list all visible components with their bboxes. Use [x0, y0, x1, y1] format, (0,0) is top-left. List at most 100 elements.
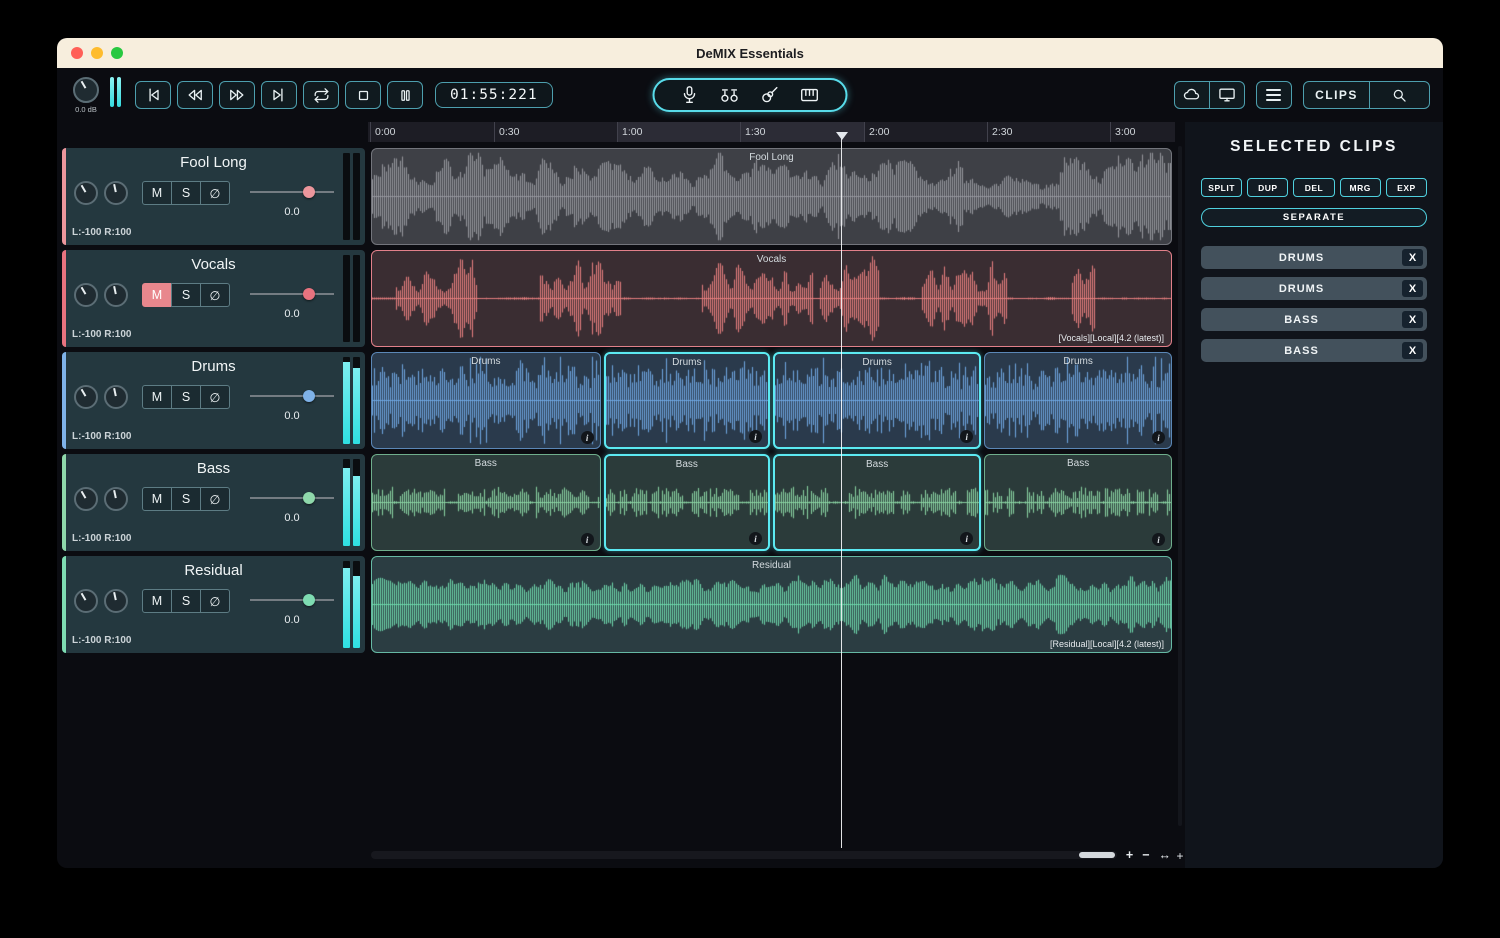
pause-button[interactable]: [387, 81, 423, 109]
gain-knob[interactable]: [74, 283, 98, 307]
remove-clip-button[interactable]: X: [1402, 342, 1423, 359]
pan-knob[interactable]: [104, 589, 128, 613]
solo-button[interactable]: S: [171, 181, 201, 205]
timeline-ruler[interactable]: 0:00 0:30 1:00 1:30 2:00 2:30 3:00: [368, 122, 1175, 142]
solo-button[interactable]: S: [171, 487, 201, 511]
slider-thumb[interactable]: [303, 288, 315, 300]
remove-clip-button[interactable]: X: [1402, 311, 1423, 328]
zoom-out-button[interactable]: −: [1142, 849, 1149, 862]
slider-thumb[interactable]: [303, 492, 315, 504]
track-list: Fool Long M S ∅ 0.0: [57, 142, 1175, 868]
volume-slider[interactable]: [250, 389, 334, 403]
gain-knob[interactable]: [74, 385, 98, 409]
zoom-in-button[interactable]: +: [1126, 849, 1133, 862]
microphone-icon[interactable]: [679, 84, 701, 106]
solo-button[interactable]: S: [171, 589, 201, 613]
waveform-canvas: [372, 455, 600, 550]
selected-clip-row[interactable]: DRUMS X: [1201, 277, 1427, 300]
slider-thumb[interactable]: [303, 594, 315, 606]
phase-button[interactable]: ∅: [200, 385, 230, 409]
clip-info-icon[interactable]: i: [1152, 533, 1165, 546]
pan-range-label: L:-100 R:100: [72, 635, 131, 646]
audio-clip[interactable]: Bass i: [371, 454, 601, 551]
pan-knob[interactable]: [104, 181, 128, 205]
vertical-zoom-button[interactable]: +: [1175, 849, 1185, 863]
duplicate-button[interactable]: DUP: [1247, 178, 1288, 197]
clip-info-icon[interactable]: i: [581, 533, 594, 546]
piano-icon[interactable]: [798, 84, 822, 106]
export-button[interactable]: EXP: [1386, 178, 1427, 197]
mute-button[interactable]: M: [142, 283, 172, 307]
audio-clip[interactable]: Fool Long: [371, 148, 1172, 245]
slider-thumb[interactable]: [303, 390, 315, 402]
clip-info-icon[interactable]: i: [749, 430, 762, 443]
mute-button[interactable]: M: [142, 589, 172, 613]
solo-button[interactable]: S: [171, 385, 201, 409]
volume-slider[interactable]: [250, 491, 334, 505]
skip-end-button[interactable]: [261, 81, 297, 109]
audio-clip[interactable]: Bass i: [984, 454, 1172, 551]
vertical-scrollbar[interactable]: +: [1175, 122, 1185, 868]
fast-forward-button[interactable]: [219, 81, 255, 109]
guitar-icon[interactable]: [759, 84, 781, 106]
volume-slider[interactable]: [250, 287, 334, 301]
audio-clip[interactable]: Bass i: [604, 454, 770, 551]
audio-clip[interactable]: Vocals [Vocals][Local][4.2 (latest)]: [371, 250, 1172, 347]
mute-button[interactable]: M: [142, 385, 172, 409]
separate-button[interactable]: SEPARATE: [1201, 208, 1427, 227]
phase-button[interactable]: ∅: [200, 589, 230, 613]
loop-button[interactable]: [303, 81, 339, 109]
remove-clip-button[interactable]: X: [1402, 280, 1423, 297]
solo-button[interactable]: S: [171, 283, 201, 307]
volume-slider[interactable]: [250, 185, 334, 199]
gain-knob[interactable]: [74, 181, 98, 205]
split-button[interactable]: SPLIT: [1201, 178, 1242, 197]
drums-icon[interactable]: [718, 84, 742, 106]
gain-knob[interactable]: [74, 487, 98, 511]
clip-label: Bass: [775, 459, 979, 470]
audio-clip[interactable]: Drums i: [984, 352, 1172, 449]
clip-info-icon[interactable]: i: [581, 431, 594, 444]
stop-button[interactable]: [345, 81, 381, 109]
volume-slider[interactable]: [250, 593, 334, 607]
remove-clip-button[interactable]: X: [1402, 249, 1423, 266]
clips-button[interactable]: CLIPS: [1303, 81, 1371, 109]
clip-info-icon[interactable]: i: [1152, 431, 1165, 444]
audio-clip[interactable]: Bass i: [773, 454, 981, 551]
mute-button[interactable]: M: [142, 181, 172, 205]
slider-value: 0.0: [250, 512, 334, 524]
rewind-button[interactable]: [177, 81, 213, 109]
scrollbar-track[interactable]: [371, 851, 1117, 859]
display-button[interactable]: [1209, 81, 1245, 109]
mute-button[interactable]: M: [142, 487, 172, 511]
skip-start-button[interactable]: [135, 81, 171, 109]
audio-clip[interactable]: Drums i: [773, 352, 981, 449]
audio-clip[interactable]: Residual [Residual][Local][4.2 (latest)]: [371, 556, 1172, 653]
clip-label: Drums: [775, 357, 979, 368]
selected-clip-row[interactable]: DRUMS X: [1201, 246, 1427, 269]
cloud-button[interactable]: [1174, 81, 1210, 109]
menu-button[interactable]: [1256, 81, 1292, 109]
phase-button[interactable]: ∅: [200, 283, 230, 307]
scrollbar-thumb[interactable]: [1079, 852, 1115, 858]
pan-knob[interactable]: [104, 487, 128, 511]
audio-clip[interactable]: Drums i: [604, 352, 770, 449]
clip-info-icon[interactable]: i: [749, 532, 762, 545]
merge-button[interactable]: MRG: [1340, 178, 1381, 197]
audio-clip[interactable]: Drums i: [371, 352, 601, 449]
delete-button[interactable]: DEL: [1293, 178, 1334, 197]
gain-knob[interactable]: [74, 589, 98, 613]
selected-clip-row[interactable]: BASS X: [1201, 339, 1427, 362]
playhead[interactable]: [841, 132, 842, 848]
phase-button[interactable]: ∅: [200, 487, 230, 511]
pan-knob[interactable]: [104, 283, 128, 307]
toolbar-right: CLIPS: [1174, 81, 1430, 109]
pan-knob[interactable]: [104, 385, 128, 409]
search-button[interactable]: [1369, 81, 1430, 109]
zoom-fit-button[interactable]: ↔: [1159, 849, 1172, 862]
content: 0:00 0:30 1:00 1:30 2:00 2:30 3:00 Fool …: [57, 122, 1443, 868]
slider-thumb[interactable]: [303, 186, 315, 198]
selected-clip-row[interactable]: BASS X: [1201, 308, 1427, 331]
phase-button[interactable]: ∅: [200, 181, 230, 205]
master-volume-knob[interactable]: [73, 77, 99, 103]
